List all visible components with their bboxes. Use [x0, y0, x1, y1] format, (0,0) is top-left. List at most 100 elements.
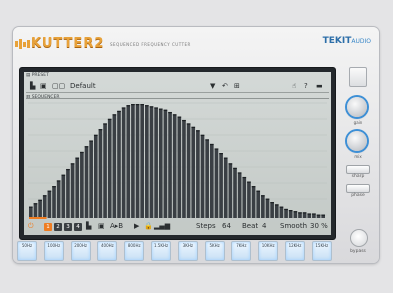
band-button-3khz[interactable]: 3KHz [177, 241, 198, 261]
step-bar-36[interactable] [191, 126, 196, 218]
step-bar-55[interactable] [279, 206, 284, 218]
step-bar-9[interactable] [66, 168, 70, 218]
step-bar-56[interactable] [284, 208, 288, 218]
undo-icon[interactable]: ↶ [222, 82, 228, 90]
step-bar-8[interactable] [61, 174, 66, 218]
power-icon[interactable]: ⏻ [28, 222, 34, 231]
step-bar-40[interactable] [209, 143, 214, 218]
pattern-button-4[interactable]: 4 [74, 223, 82, 231]
step-bar-22[interactable] [126, 105, 131, 218]
step-bar-10[interactable] [70, 163, 75, 218]
step-bar-26[interactable] [145, 105, 149, 218]
step-bar-18[interactable] [107, 118, 112, 218]
step-bar-7[interactable] [56, 180, 61, 218]
step-bar-19[interactable] [112, 114, 117, 218]
step-bar-45[interactable] [233, 167, 237, 218]
step-bar-16[interactable] [98, 129, 103, 218]
step-bar-27[interactable] [149, 106, 154, 218]
pattern-button-3[interactable]: 3 [64, 223, 72, 231]
band-button-1-5khz[interactable]: 1.5KHz [151, 241, 171, 261]
band-button-800hz[interactable]: 800Hz [124, 241, 145, 261]
band-button-10khz[interactable]: 10KHz [258, 241, 279, 261]
save-pattern-icon[interactable]: ▣ [98, 222, 105, 230]
step-bar-52[interactable] [265, 198, 270, 218]
step-bar-33[interactable] [177, 116, 182, 218]
step-bar-47[interactable] [242, 176, 247, 218]
band-button-200hz[interactable]: 200Hz [70, 241, 91, 261]
step-bar-31[interactable] [168, 111, 172, 218]
step-bar-44[interactable] [228, 163, 233, 218]
step-bar-24[interactable] [135, 104, 140, 218]
step-bar-39[interactable] [205, 139, 209, 218]
step-bar-53[interactable] [270, 202, 274, 218]
copy-icon[interactable]: ▙ [86, 222, 91, 230]
step-bar-38[interactable] [200, 134, 205, 218]
step-bar-15[interactable] [93, 134, 98, 218]
randomize-icon[interactable]: ⊞ [234, 82, 240, 90]
step-bar-28[interactable] [154, 107, 158, 218]
share-icon[interactable]: ☝ [292, 82, 296, 90]
steps-value[interactable]: 64 [222, 222, 231, 230]
pattern-button-2[interactable]: 2 [54, 223, 62, 231]
step-bar-5[interactable] [47, 190, 52, 218]
band-button-5khz[interactable]: 5KHz [204, 241, 225, 261]
band-button-7khz[interactable]: 7KHz [231, 241, 252, 261]
folder-icon[interactable]: ▙ [30, 82, 35, 90]
step-sequencer[interactable] [26, 98, 329, 219]
io-button[interactable] [349, 67, 367, 87]
preset-dropdown-icon[interactable]: ▼ [210, 82, 215, 90]
smooth-value[interactable]: 30 % [310, 222, 328, 230]
step-bar-42[interactable] [219, 153, 223, 218]
step-bar-48[interactable] [247, 181, 251, 218]
sharp-button[interactable] [346, 165, 370, 174]
step-bar-20[interactable] [117, 110, 121, 218]
band-button-15khz[interactable]: 15KHz [311, 241, 332, 261]
band-button-50hz[interactable]: 50Hz [17, 241, 37, 261]
step-bar-46[interactable] [237, 172, 242, 218]
step-bar-6[interactable] [52, 186, 56, 218]
phase-button[interactable] [346, 184, 370, 193]
transport-label[interactable]: A▸B [110, 222, 123, 230]
step-bar-49[interactable] [251, 186, 256, 218]
step-bar-37[interactable] [196, 130, 200, 218]
gain-knob[interactable] [347, 97, 367, 117]
step-bar-41[interactable] [214, 148, 219, 218]
step-bar-25[interactable] [140, 104, 145, 218]
play-icon[interactable]: ▶ [134, 222, 139, 230]
band-button-100hz[interactable]: 100Hz [43, 241, 64, 261]
step-bar-23[interactable] [131, 104, 135, 218]
help-icon[interactable]: ? [304, 82, 308, 90]
step-cap-35 [186, 123, 191, 125]
mix-knob[interactable] [347, 131, 367, 151]
step-bar-32[interactable] [172, 114, 177, 218]
step-bar-50[interactable] [256, 190, 261, 218]
step-bar-30[interactable] [163, 109, 168, 218]
step-bar-43[interactable] [223, 157, 228, 218]
band-button-12khz[interactable]: 12KHz [285, 241, 305, 261]
step-bar-34[interactable] [182, 119, 186, 218]
step-bar-2[interactable] [33, 203, 38, 218]
lock-icon[interactable]: 🔒 [144, 222, 153, 230]
step-bar-51[interactable] [261, 195, 265, 218]
band-button-400hz[interactable]: 400Hz [97, 241, 118, 261]
step-bar-29[interactable] [158, 108, 163, 218]
step-bar-54[interactable] [274, 204, 279, 218]
save-icon[interactable]: ▣ [40, 82, 47, 90]
preset-name[interactable]: Default [70, 82, 96, 90]
step-bar-35[interactable] [186, 123, 191, 218]
step-bar-21[interactable] [121, 107, 126, 218]
step-bar-17[interactable] [103, 123, 107, 218]
step-bar-11[interactable] [75, 157, 80, 218]
step-bar-12[interactable] [80, 151, 84, 218]
comment-icon[interactable]: ▬ [316, 82, 323, 90]
step-bar-4[interactable] [42, 195, 47, 218]
bars-icon[interactable]: ▂▄▆ [154, 222, 170, 230]
step-bar-3[interactable] [38, 199, 42, 218]
step-bar-1[interactable] [29, 206, 33, 218]
compare-icon[interactable]: ▢▢ [52, 82, 65, 90]
step-bar-13[interactable] [84, 146, 89, 218]
pattern-button-1[interactable]: 1 [44, 223, 52, 231]
bypass-button[interactable] [350, 229, 368, 247]
beat-value[interactable]: 4 [262, 222, 266, 230]
step-bar-14[interactable] [89, 140, 93, 218]
